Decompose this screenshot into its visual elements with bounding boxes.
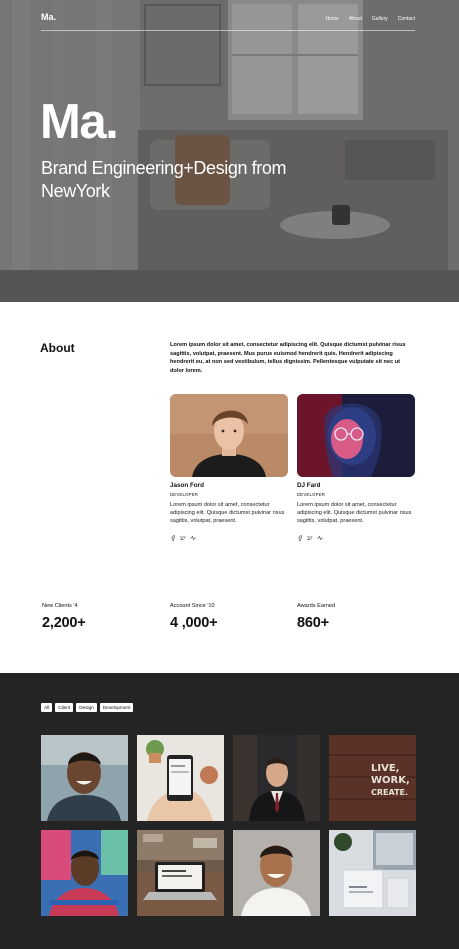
stat-value: 4 ,000+ <box>170 615 218 631</box>
hero-title: Ma. <box>40 95 119 149</box>
stat-label: New Clients '4 <box>42 603 78 609</box>
team-card-dj: DJ Fard DEVELOPER Lorem ipsum dolor sit … <box>297 394 415 541</box>
gallery-item-laptop-desk[interactable] <box>137 830 224 916</box>
gallery-filters: All Client Design Development <box>41 703 134 712</box>
nav-home[interactable]: Home <box>326 16 339 22</box>
twitter-icon[interactable] <box>307 535 313 541</box>
sign-line-2: WORK, <box>371 775 410 786</box>
gallery-section: All Client Design Development LIVE, WORK… <box>0 673 459 949</box>
filter-development[interactable]: Development <box>99 703 134 712</box>
filter-design[interactable]: Design <box>76 703 97 712</box>
nav-about[interactable]: About <box>349 16 362 22</box>
team-role: DEVELOPER <box>297 492 326 497</box>
team-photo <box>297 394 415 477</box>
nav-contact[interactable]: Contact <box>398 16 415 22</box>
brand-logo[interactable]: Ma. <box>41 12 56 22</box>
gallery-item-man-graffiti[interactable] <box>41 830 128 916</box>
nav-gallery[interactable]: Gallery <box>372 16 388 22</box>
hero-subtitle: Brand Engineering+Design from NewYork <box>41 158 287 201</box>
team-bio: Lorem ipsum dolor sit amet, consectetur … <box>170 502 285 525</box>
facebook-icon[interactable] <box>170 534 176 541</box>
team-card-jason: Jason Ford DEVELOPER Lorem ipsum dolor s… <box>170 394 288 541</box>
gallery-item-smiling-man-white[interactable] <box>233 830 320 916</box>
twitter-icon[interactable] <box>180 535 186 541</box>
stat-new-clients: New Clients '4 2,200+ <box>42 603 86 631</box>
team-name: DJ Fard <box>297 482 321 489</box>
hero-section: Ma. Home About Gallery Contact Ma. Brand… <box>0 0 459 302</box>
about-heading: About <box>40 341 75 355</box>
gallery-item-live-work-create[interactable]: LIVE, WORK, CREATE. <box>329 735 416 821</box>
filter-all[interactable]: All <box>41 703 53 712</box>
activity-icon[interactable] <box>317 535 323 541</box>
stat-awards: Awards Earned 860+ <box>297 603 335 631</box>
stat-accounts: Account Since '10 4 ,000+ <box>170 603 218 631</box>
gallery-item-smiling-man[interactable] <box>41 735 128 821</box>
stat-label: Awards Earned <box>297 603 336 609</box>
filter-client[interactable]: Client <box>55 703 74 712</box>
nav-divider <box>41 30 415 31</box>
gallery-item-phone-hands[interactable] <box>137 735 224 821</box>
team-role: DEVELOPER <box>170 492 199 497</box>
stat-value: 860+ <box>297 615 329 631</box>
facebook-icon[interactable] <box>297 534 303 541</box>
gallery-item-man-in-suit[interactable] <box>233 735 320 821</box>
activity-icon[interactable] <box>190 535 196 541</box>
team-photo <box>170 394 288 477</box>
team-socials <box>297 534 415 541</box>
team-socials <box>170 534 288 541</box>
main-nav: Home About Gallery Contact <box>326 16 416 22</box>
sign-line-3: CREATE. <box>371 788 408 797</box>
about-text: Lorem ipsum dolor sit amet, consectetur … <box>170 342 406 374</box>
gallery-item-workspace-flatlay[interactable] <box>329 830 416 916</box>
team-name: Jason Ford <box>170 482 204 489</box>
team-bio: Lorem ipsum dolor sit amet, consectetur … <box>297 502 412 525</box>
stat-value: 2,200+ <box>42 615 86 631</box>
stat-label: Account Since '10 <box>170 603 215 609</box>
sign-line-1: LIVE, <box>371 763 399 774</box>
